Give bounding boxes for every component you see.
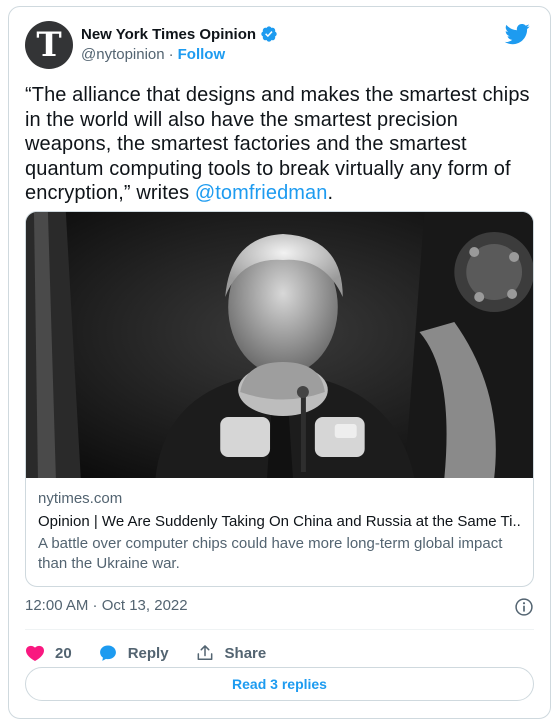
- read-replies-button[interactable]: Read 3 replies: [25, 667, 534, 701]
- timestamp[interactable]: 12:00 AM · Oct 13, 2022: [25, 597, 188, 614]
- share-icon: [197, 645, 212, 660]
- display-name[interactable]: New York Times Opinion: [81, 26, 256, 43]
- info-icon[interactable]: [514, 597, 534, 617]
- share-button[interactable]: Share: [195, 643, 267, 663]
- link-title[interactable]: Opinion | We Are Suddenly Taking On Chin…: [38, 513, 521, 530]
- link-domain: nytimes.com: [38, 490, 123, 507]
- twitter-bird-icon[interactable]: [504, 21, 530, 47]
- heart-icon: [26, 645, 44, 661]
- share-label: Share: [224, 644, 267, 662]
- like-button[interactable]: 20: [25, 643, 72, 663]
- tweet-card: T New York Times Opinion @nytopinion · F…: [8, 6, 551, 719]
- tweet-text-end: .: [327, 182, 334, 204]
- display-name-row: New York Times Opinion: [81, 25, 278, 43]
- reply-bubble-icon: [99, 645, 116, 661]
- reply-button[interactable]: Reply: [98, 643, 169, 663]
- handle-row: @nytopinion · Follow: [81, 46, 278, 63]
- handle[interactable]: @nytopinion: [81, 46, 165, 63]
- link-preview-card[interactable]: nytimes.com Opinion | We Are Suddenly Ta…: [25, 211, 534, 587]
- avatar[interactable]: T: [25, 21, 73, 69]
- author-info: New York Times Opinion @nytopinion · Fol…: [81, 25, 278, 63]
- divider: [25, 629, 534, 630]
- separator: ·: [168, 46, 174, 63]
- mention-link[interactable]: @tomfriedman: [195, 182, 328, 204]
- reply-label: Reply: [127, 644, 169, 662]
- avatar-logo: T: [36, 25, 62, 65]
- link-description: A battle over computer chips could have …: [38, 535, 503, 572]
- tweet-text: “The alliance that designs and makes the…: [25, 83, 536, 206]
- follow-link[interactable]: Follow: [178, 46, 226, 63]
- link-meta: nytimes.com Opinion | We Are Suddenly Ta…: [38, 490, 521, 573]
- verified-badge-icon: [261, 26, 277, 42]
- tweet-header: T New York Times Opinion @nytopinion · F…: [25, 21, 534, 69]
- like-count: 20: [55, 644, 72, 662]
- timestamp-row: 12:00 AM · Oct 13, 2022: [25, 597, 534, 619]
- article-photo: [26, 212, 533, 478]
- action-bar: 20 Reply Share: [25, 641, 292, 665]
